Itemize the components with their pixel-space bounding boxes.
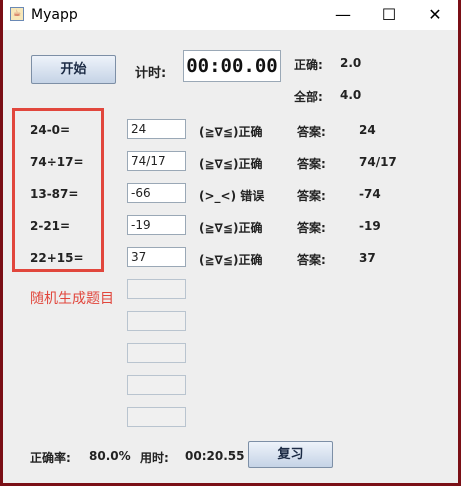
timer-label: 计时: — [135, 66, 167, 81]
answer-label: 答案: — [297, 125, 326, 139]
correct-answer: 74/17 — [359, 155, 397, 169]
answer-input[interactable]: 37 — [127, 247, 186, 267]
timer-display: 00:00.00 — [183, 50, 281, 82]
accuracy-value: 80.0% — [89, 449, 131, 463]
close-button[interactable]: ✕ — [412, 0, 458, 30]
result-status: (≧∇≦)正确 — [199, 221, 263, 235]
question-expression: 13-87= — [30, 187, 79, 201]
question-expression: 22+15= — [30, 251, 84, 265]
app-window: ☕ Myapp — ☐ ✕ 开始 计时: 00:00.00 正确: 2.0 全部… — [3, 0, 458, 483]
result-status: (≧∇≦)正确 — [199, 253, 263, 267]
total-label: 全部: — [294, 90, 323, 104]
title-bar: ☕ Myapp — ☐ ✕ — [3, 0, 458, 30]
empty-answer-input[interactable] — [127, 407, 186, 427]
correct-label: 正确: — [294, 58, 323, 72]
answer-label: 答案: — [297, 253, 326, 267]
answer-input[interactable]: -66 — [127, 183, 186, 203]
java-cup-icon: ☕ — [10, 7, 24, 21]
elapsed-time-label: 用时: — [140, 451, 169, 465]
answer-input[interactable]: 74/17 — [127, 151, 186, 171]
question-expression: 74÷17= — [30, 155, 84, 169]
elapsed-time-value: 00:20.55 — [185, 449, 245, 463]
total-value: 4.0 — [340, 88, 362, 102]
start-button[interactable]: 开始 — [31, 55, 116, 84]
empty-answer-input[interactable] — [127, 375, 186, 395]
result-status: (>_<) 错误 — [199, 189, 265, 203]
minimize-button[interactable]: — — [320, 0, 366, 30]
review-button[interactable]: 复习 — [248, 441, 333, 468]
correct-answer: -19 — [359, 219, 381, 233]
correct-answer: -74 — [359, 187, 381, 201]
answer-input[interactable]: 24 — [127, 119, 186, 139]
empty-answer-input[interactable] — [127, 279, 186, 299]
answer-label: 答案: — [297, 157, 326, 171]
accuracy-label: 正确率: — [30, 451, 71, 465]
correct-answer: 24 — [359, 123, 376, 137]
answer-label: 答案: — [297, 221, 326, 235]
result-status: (≧∇≦)正确 — [199, 157, 263, 171]
question-expression: 24-0= — [30, 123, 71, 137]
correct-answer: 37 — [359, 251, 376, 265]
maximize-button[interactable]: ☐ — [366, 0, 412, 30]
answer-input[interactable]: -19 — [127, 215, 186, 235]
result-status: (≧∇≦)正确 — [199, 125, 263, 139]
empty-answer-input[interactable] — [127, 343, 186, 363]
annotation-note: 随机生成题目 — [30, 291, 114, 307]
question-expression: 2-21= — [30, 219, 71, 233]
empty-answer-input[interactable] — [127, 311, 186, 331]
correct-value: 2.0 — [340, 56, 362, 70]
answer-label: 答案: — [297, 189, 326, 203]
window-title: Myapp — [31, 7, 78, 23]
